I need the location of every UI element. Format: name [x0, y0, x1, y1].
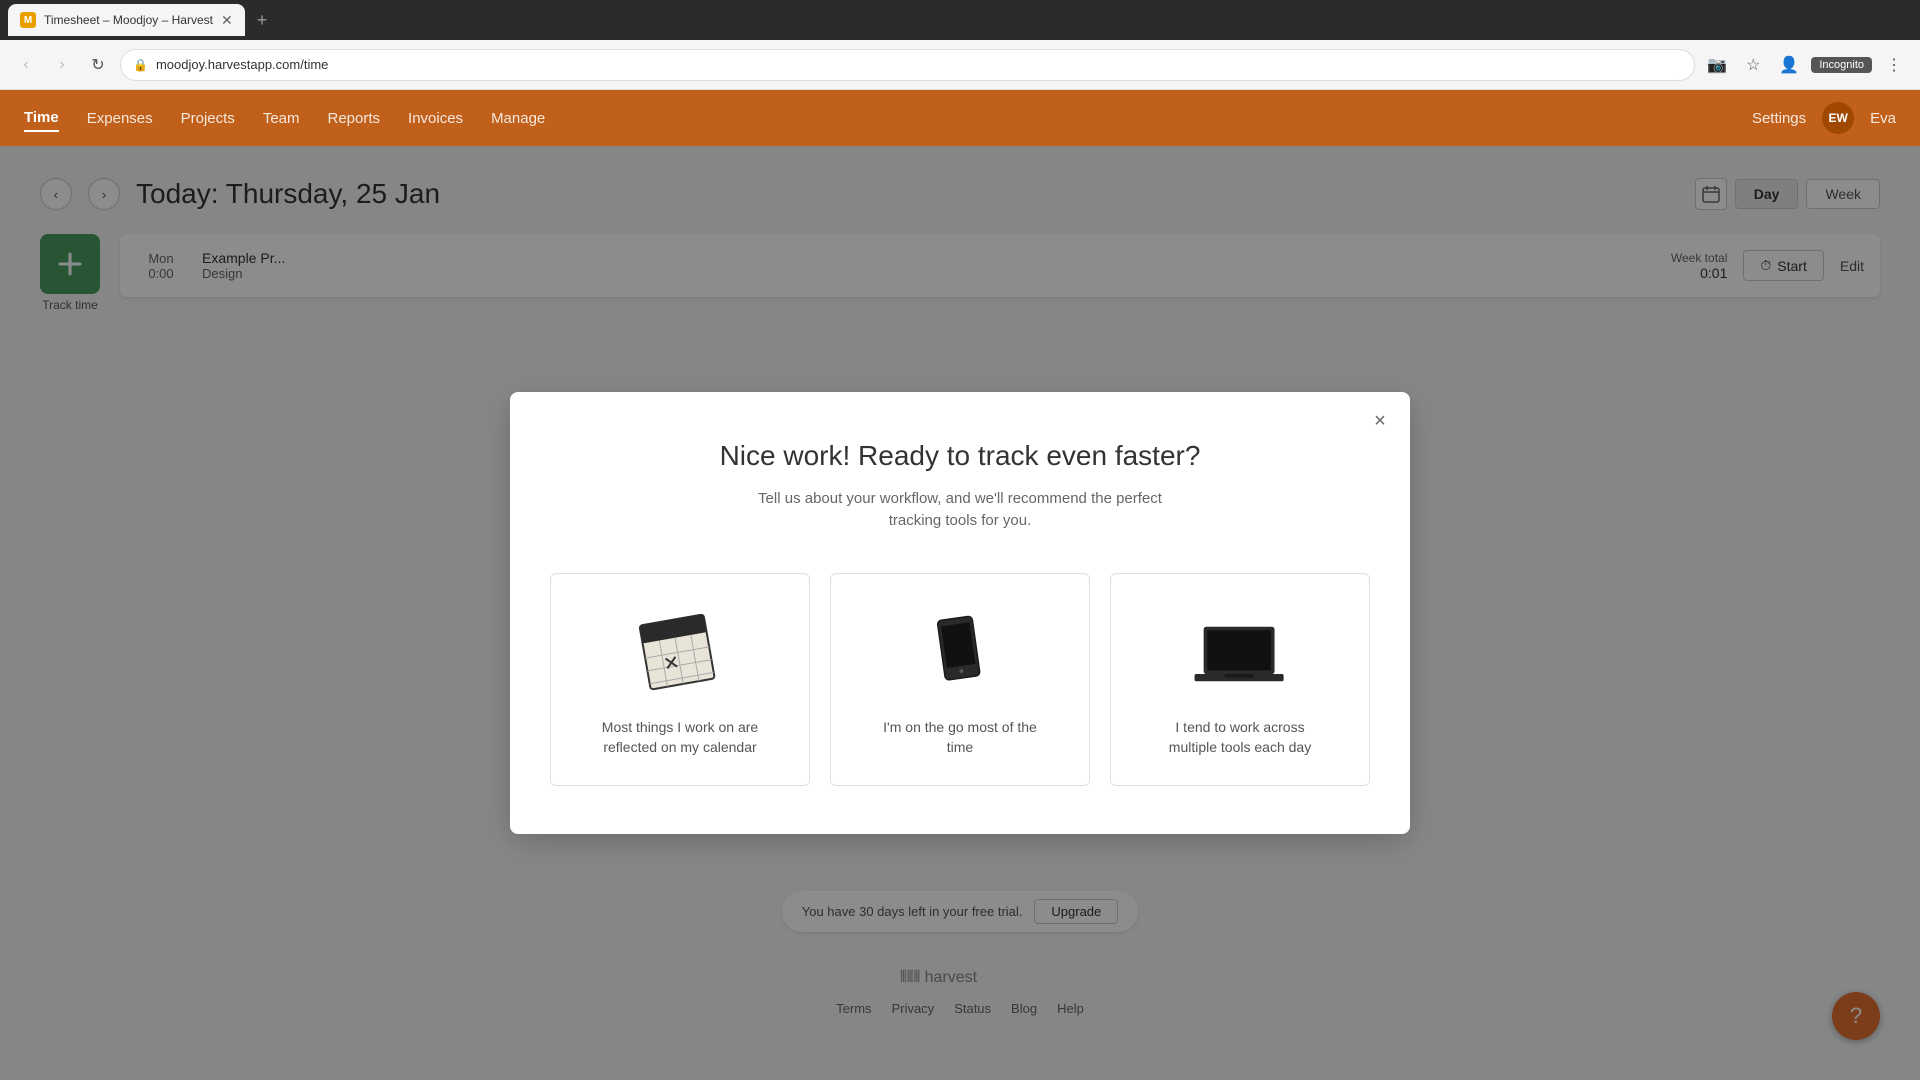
- main-content: ‹ › Today: Thursday, 25 Jan Day Week: [0, 146, 1920, 1080]
- back-button[interactable]: ‹: [12, 51, 40, 79]
- modal-option-mobile[interactable]: I'm on the go most of thetime: [830, 573, 1090, 786]
- tab-close-button[interactable]: ✕: [221, 12, 233, 29]
- nav-item-manage[interactable]: Manage: [491, 106, 545, 131]
- top-navigation: Time Expenses Projects Team Reports Invo…: [0, 90, 1920, 146]
- modal-close-button[interactable]: ×: [1366, 408, 1394, 436]
- tab-favicon: M: [20, 12, 36, 28]
- app-container: Time Expenses Projects Team Reports Invo…: [0, 90, 1920, 1080]
- nav-right: Settings EW Eva: [1752, 102, 1896, 134]
- nav-item-team[interactable]: Team: [263, 106, 300, 131]
- calendar-option-text: Most things I work on arereflected on my…: [602, 718, 758, 757]
- modal-overlay[interactable]: × Nice work! Ready to track even faster?…: [0, 146, 1920, 1080]
- nav-item-projects[interactable]: Projects: [181, 106, 235, 131]
- nav-item-expenses[interactable]: Expenses: [87, 106, 153, 131]
- active-tab[interactable]: M Timesheet – Moodjoy – Harvest ✕: [8, 4, 245, 36]
- nav-links: Time Expenses Projects Team Reports Invo…: [24, 102, 1896, 134]
- address-bar[interactable]: 🔒 moodjoy.harvestapp.com/time: [120, 49, 1695, 81]
- nav-item-time[interactable]: Time: [24, 105, 59, 132]
- settings-link[interactable]: Settings: [1752, 110, 1806, 127]
- modal-title: Nice work! Ready to track even faster?: [550, 440, 1370, 472]
- laptop-option-icon: [1190, 614, 1290, 694]
- modal-options: Most things I work on arereflected on my…: [550, 573, 1370, 786]
- mobile-option-text: I'm on the go most of thetime: [883, 718, 1037, 757]
- bookmark-icon[interactable]: ☆: [1739, 51, 1767, 79]
- forward-button[interactable]: ›: [48, 51, 76, 79]
- menu-icon[interactable]: ⋮: [1880, 51, 1908, 79]
- modal-option-calendar[interactable]: Most things I work on arereflected on my…: [550, 573, 810, 786]
- new-tab-button[interactable]: +: [257, 10, 268, 31]
- nav-right-controls: 📷 ☆ 👤 Incognito ⋮: [1703, 51, 1908, 79]
- reload-button[interactable]: ↻: [84, 51, 112, 79]
- nav-item-reports[interactable]: Reports: [328, 106, 381, 131]
- browser-nav: ‹ › ↻ 🔒 moodjoy.harvestapp.com/time 📷 ☆ …: [0, 40, 1920, 90]
- modal-subtitle: Tell us about your workflow, and we'll r…: [550, 488, 1370, 533]
- modal-dialog: × Nice work! Ready to track even faster?…: [510, 392, 1410, 834]
- mobile-option-icon: [910, 614, 1010, 694]
- lock-icon: 🔒: [133, 58, 148, 72]
- incognito-badge: Incognito: [1811, 57, 1872, 73]
- user-name[interactable]: Eva: [1870, 110, 1896, 127]
- url-text: moodjoy.harvestapp.com/time: [156, 57, 1682, 72]
- user-avatar[interactable]: EW: [1822, 102, 1854, 134]
- tab-title: Timesheet – Moodjoy – Harvest: [44, 13, 213, 27]
- nav-item-invoices[interactable]: Invoices: [408, 106, 463, 131]
- browser-chrome: M Timesheet – Moodjoy – Harvest ✕ + ‹ › …: [0, 0, 1920, 90]
- browser-tabs: M Timesheet – Moodjoy – Harvest ✕ +: [0, 0, 1920, 40]
- laptop-option-text: I tend to work acrossmultiple tools each…: [1169, 718, 1311, 757]
- calendar-option-icon: [630, 614, 730, 694]
- profile-icon[interactable]: 👤: [1775, 51, 1803, 79]
- modal-option-laptop[interactable]: I tend to work acrossmultiple tools each…: [1110, 573, 1370, 786]
- camera-off-icon[interactable]: 📷: [1703, 51, 1731, 79]
